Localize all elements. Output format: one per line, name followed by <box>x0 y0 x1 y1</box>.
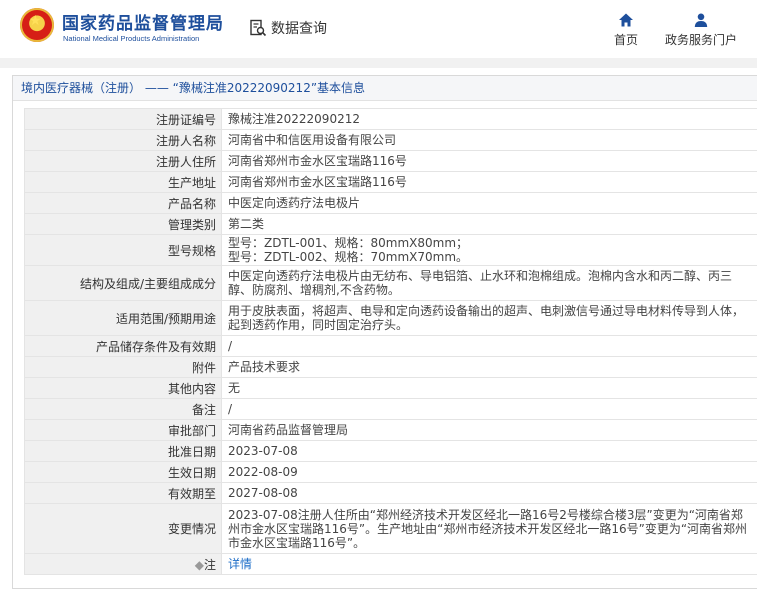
registration-info-table: 注册证编号豫械注准20222090212注册人名称河南省中和信医用设备有限公司注… <box>24 108 757 575</box>
detail-panel: 境内医疗器械（注册） —— “豫械注准20222090212”基本信息 注册证编… <box>12 75 757 589</box>
field-label: 适用范围/预期用途 <box>25 301 222 336</box>
field-label: 变更情况 <box>25 504 222 554</box>
table-row: ◆注详情 <box>25 554 757 575</box>
header-divider <box>0 58 757 68</box>
table-row: 产品名称中医定向透药疗法电极片 <box>25 193 757 214</box>
nav-home-label: 首页 <box>614 33 638 47</box>
field-label: 注册证编号 <box>25 109 222 130</box>
site-title-cn[interactable]: 国家药品监督管理局 <box>62 9 224 34</box>
table-row: 注册人住所河南省郑州市金水区宝瑞路116号 <box>25 151 757 172</box>
field-value: 河南省郑州市金水区宝瑞路116号 <box>222 172 757 193</box>
table-row: 附件产品技术要求 <box>25 357 757 378</box>
field-label: 生产地址 <box>25 172 222 193</box>
field-value: / <box>222 399 757 420</box>
data-query-link[interactable]: 数据查询 <box>249 18 327 38</box>
field-label: 产品储存条件及有效期 <box>25 336 222 357</box>
field-value: 2027-08-08 <box>222 483 757 504</box>
field-label: 型号规格 <box>25 235 222 266</box>
table-row: 结构及组成/主要组成成分中医定向透药疗法电极片由无纺布、导电铝箔、止水环和泡棉组… <box>25 266 757 301</box>
table-row: 变更情况2023-07-08注册人住所由“郑州经济技术开发区经北一路16号2号楼… <box>25 504 757 554</box>
site-header: 国家药品监督管理局 National Medical Products Admi… <box>0 0 757 58</box>
field-value: 无 <box>222 378 757 399</box>
note-label: 注 <box>204 558 216 572</box>
field-value: / <box>222 336 757 357</box>
national-emblem-logo <box>20 8 54 42</box>
table-row: 型号规格型号：ZDTL-001、规格：80mmX80mm； 型号：ZDTL-00… <box>25 235 757 266</box>
field-value: 河南省中和信医用设备有限公司 <box>222 130 757 151</box>
table-row: 批准日期2023-07-08 <box>25 441 757 462</box>
field-value: 2022-08-09 <box>222 462 757 483</box>
home-icon <box>618 12 634 28</box>
breadcrumb: 境内医疗器械（注册） —— “豫械注准20222090212”基本信息 <box>13 76 757 101</box>
field-value: 河南省药品监督管理局 <box>222 420 757 441</box>
table-row: 管理类别第二类 <box>25 214 757 235</box>
table-row: 审批部门河南省药品监督管理局 <box>25 420 757 441</box>
field-label: 注册人住所 <box>25 151 222 172</box>
field-label: 产品名称 <box>25 193 222 214</box>
data-query-label: 数据查询 <box>271 18 327 38</box>
nav-home[interactable]: 首页 <box>612 12 640 48</box>
detail-link-cell: 详情 <box>222 554 757 575</box>
nav-service-portal[interactable]: 政务服务门户 <box>664 12 738 48</box>
field-label: 管理类别 <box>25 214 222 235</box>
note-label-cell: ◆注 <box>25 554 222 575</box>
table-row: 生产地址河南省郑州市金水区宝瑞路116号 <box>25 172 757 193</box>
field-label: 附件 <box>25 357 222 378</box>
table-row: 产品储存条件及有效期/ <box>25 336 757 357</box>
field-label: 结构及组成/主要组成成分 <box>25 266 222 301</box>
field-label: 生效日期 <box>25 462 222 483</box>
field-value: 型号：ZDTL-001、规格：80mmX80mm； 型号：ZDTL-002、规格… <box>222 235 757 266</box>
nav-portal-label: 政务服务门户 <box>665 33 737 47</box>
field-value: 中医定向透药疗法电极片 <box>222 193 757 214</box>
document-search-icon <box>249 19 267 37</box>
table-row: 生效日期2022-08-09 <box>25 462 757 483</box>
table-row: 备注/ <box>25 399 757 420</box>
user-icon <box>693 12 709 28</box>
field-label: 审批部门 <box>25 420 222 441</box>
field-label: 其他内容 <box>25 378 222 399</box>
field-value: 2023-07-08注册人住所由“郑州经济技术开发区经北一路16号2号楼综合楼3… <box>222 504 757 554</box>
field-value: 用于皮肤表面，将超声、电导和定向透药设备输出的超声、电刺激信号通过导电材料传导到… <box>222 301 757 336</box>
table-row: 注册人名称河南省中和信医用设备有限公司 <box>25 130 757 151</box>
field-label: 有效期至 <box>25 483 222 504</box>
details-link[interactable]: 详情 <box>228 557 252 571</box>
field-value: 豫械注准20222090212 <box>222 109 757 130</box>
field-label: 批准日期 <box>25 441 222 462</box>
site-title-en: National Medical Products Administration <box>63 34 199 43</box>
field-value: 产品技术要求 <box>222 357 757 378</box>
field-value: 2023-07-08 <box>222 441 757 462</box>
field-value: 第二类 <box>222 214 757 235</box>
table-row: 适用范围/预期用途用于皮肤表面，将超声、电导和定向透药设备输出的超声、电刺激信号… <box>25 301 757 336</box>
table-row: 其他内容无 <box>25 378 757 399</box>
field-value: 中医定向透药疗法电极片由无纺布、导电铝箔、止水环和泡棉组成。泡棉内含水和丙二醇、… <box>222 266 757 301</box>
field-label: 备注 <box>25 399 222 420</box>
field-label: 注册人名称 <box>25 130 222 151</box>
table-row: 有效期至2027-08-08 <box>25 483 757 504</box>
field-value: 河南省郑州市金水区宝瑞路116号 <box>222 151 757 172</box>
table-row: 注册证编号豫械注准20222090212 <box>25 109 757 130</box>
star-icon: ◆ <box>195 558 204 572</box>
